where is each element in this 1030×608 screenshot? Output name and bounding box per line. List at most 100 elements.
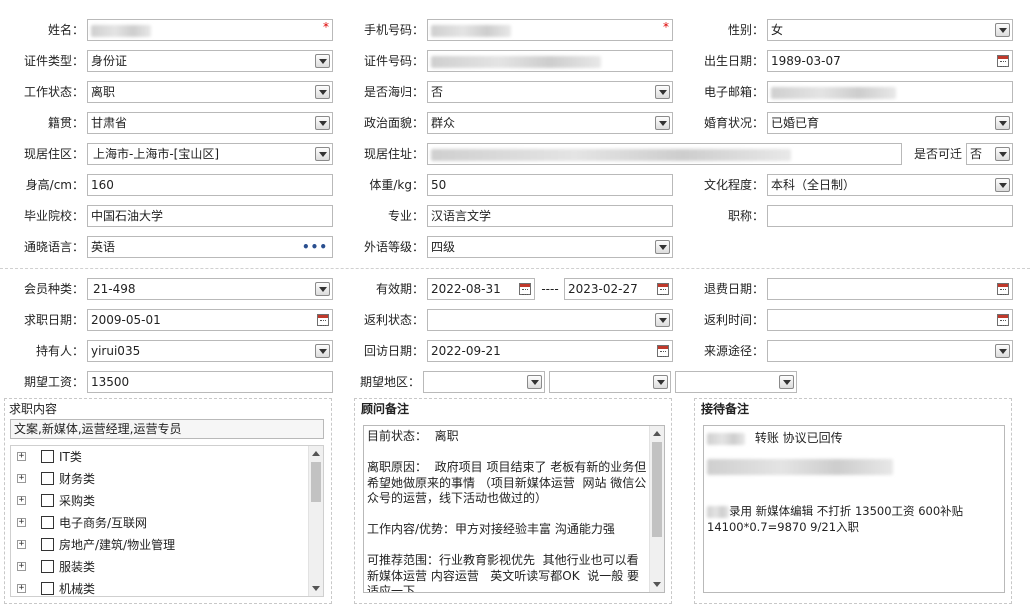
- work-status-select[interactable]: 离职: [87, 81, 333, 103]
- chevron-down-icon[interactable]: [653, 375, 668, 389]
- email-field[interactable]: [767, 81, 1013, 103]
- expand-icon[interactable]: +: [17, 452, 26, 461]
- checkbox[interactable]: [41, 450, 54, 463]
- chevron-down-icon[interactable]: [315, 344, 330, 358]
- school-field[interactable]: 中国石油大学: [87, 205, 333, 227]
- chevron-down-icon[interactable]: [315, 147, 330, 161]
- chevron-down-icon[interactable]: [655, 240, 670, 254]
- lang-level-value: 四级: [431, 240, 456, 254]
- language-label: 通晓语言：: [23, 240, 84, 254]
- gender-select[interactable]: 女: [767, 19, 1013, 41]
- overseas-select[interactable]: 否: [427, 81, 673, 103]
- advisor-scrollbar[interactable]: [649, 426, 664, 592]
- checkbox[interactable]: [41, 560, 54, 573]
- chevron-down-icon[interactable]: [655, 85, 670, 99]
- phone-field[interactable]: *: [427, 19, 673, 41]
- weight-field[interactable]: 50: [427, 174, 673, 196]
- calendar-icon[interactable]: [657, 345, 669, 357]
- rebate-time-field[interactable]: [767, 309, 1013, 331]
- valid-to-field[interactable]: 2023-02-27: [564, 278, 673, 300]
- scroll-thumb[interactable]: [311, 462, 321, 502]
- expand-icon[interactable]: +: [17, 562, 26, 571]
- chevron-down-icon[interactable]: [779, 375, 794, 389]
- political-select[interactable]: 群众: [427, 112, 673, 134]
- scroll-up-icon[interactable]: [312, 451, 320, 456]
- lang-level-select[interactable]: 四级: [427, 236, 673, 258]
- address-field[interactable]: [427, 143, 902, 165]
- checkbox[interactable]: [41, 516, 54, 529]
- row-residence: 现居住区： 上海市-上海市-[宝山区] 现居住址： 是否可迁 否: [0, 143, 1030, 165]
- chevron-down-icon[interactable]: [995, 116, 1010, 130]
- rebate-status-select[interactable]: [427, 309, 673, 331]
- major-value: 汉语言文学: [431, 209, 492, 223]
- birth-date-field[interactable]: 1989-03-07: [767, 50, 1013, 72]
- reception-notes-textarea[interactable]: 转账 协议已回传 录用 新媒体编辑 不打折 13500工资 600补贴 1410…: [703, 425, 1005, 593]
- chevron-down-icon[interactable]: [995, 147, 1010, 161]
- chevron-down-icon[interactable]: [527, 375, 542, 389]
- chevron-down-icon[interactable]: [995, 178, 1010, 192]
- scroll-up-icon[interactable]: [653, 431, 661, 436]
- scroll-down-icon[interactable]: [653, 582, 661, 587]
- apply-date-field[interactable]: 2009-05-01: [87, 309, 333, 331]
- chevron-down-icon[interactable]: [315, 116, 330, 130]
- native-select[interactable]: 甘肃省: [87, 112, 333, 134]
- expand-icon[interactable]: +: [17, 584, 26, 593]
- valid-from-field[interactable]: 2022-08-31: [427, 278, 535, 300]
- checkbox[interactable]: [41, 538, 54, 551]
- calendar-icon[interactable]: [519, 283, 531, 295]
- calendar-icon[interactable]: [997, 55, 1009, 67]
- major-field[interactable]: 汉语言文学: [427, 205, 673, 227]
- scroll-thumb[interactable]: [652, 442, 662, 537]
- more-icon[interactable]: •••: [302, 239, 328, 255]
- id-type-select[interactable]: 身份证: [87, 50, 333, 72]
- expand-icon[interactable]: +: [17, 474, 26, 483]
- chevron-down-icon[interactable]: [655, 116, 670, 130]
- marital-select[interactable]: 已婚已育: [767, 112, 1013, 134]
- relocate-select[interactable]: 否: [966, 143, 1013, 165]
- region-district-select[interactable]: [675, 371, 797, 393]
- checkbox[interactable]: [41, 472, 54, 485]
- checkbox[interactable]: [41, 494, 54, 507]
- refund-date-field[interactable]: [767, 278, 1013, 300]
- advisor-notes-textarea[interactable]: 目前状态： 离职 离职原因： 政府项目 项目结束了 老板有新的业务但希望她做原来…: [363, 425, 665, 593]
- expand-icon[interactable]: +: [17, 518, 26, 527]
- scroll-down-icon[interactable]: [312, 586, 320, 591]
- language-field[interactable]: 英语 •••: [87, 236, 333, 258]
- checkbox[interactable]: [41, 582, 54, 595]
- expand-icon[interactable]: +: [17, 540, 26, 549]
- job-summary-field[interactable]: 文案,新媒体,运营经理,运营专员: [10, 419, 324, 439]
- marital-label: 婚育状况：: [703, 116, 764, 130]
- holder-select[interactable]: yirui035: [87, 340, 333, 362]
- id-type-value: 身份证: [91, 54, 128, 68]
- calendar-icon[interactable]: [657, 283, 669, 295]
- region-city-select[interactable]: [549, 371, 671, 393]
- visit-date-field[interactable]: 2022-09-21: [427, 340, 673, 362]
- education-select[interactable]: 本科（全日制）: [767, 174, 1013, 196]
- region-province-select[interactable]: [423, 371, 545, 393]
- title-field[interactable]: [767, 205, 1013, 227]
- id-no-field[interactable]: [427, 50, 673, 72]
- height-field[interactable]: 160: [87, 174, 333, 196]
- tree-scrollbar[interactable]: [308, 446, 323, 596]
- chevron-down-icon[interactable]: [995, 344, 1010, 358]
- salary-field[interactable]: 13500: [87, 371, 333, 393]
- chevron-down-icon[interactable]: [315, 85, 330, 99]
- calendar-icon[interactable]: [317, 314, 329, 326]
- job-category-tree[interactable]: + IT类 + 财务类 + 采购类 + 电子商务/互联网 + 房地产/建筑/物业…: [10, 445, 324, 597]
- phone-label: 手机号码：: [363, 23, 424, 37]
- reception-line-3-text: 录用 新媒体编辑 不打折 13500工资 600补贴: [729, 504, 964, 518]
- source-select[interactable]: [767, 340, 1013, 362]
- residence-select[interactable]: 上海市-上海市-[宝山区]: [87, 143, 333, 165]
- calendar-icon[interactable]: [997, 283, 1009, 295]
- residence-label: 现居住区：: [23, 147, 84, 161]
- chevron-down-icon[interactable]: [315, 282, 330, 296]
- expand-icon[interactable]: +: [17, 496, 26, 505]
- member-select[interactable]: 21-498: [87, 278, 333, 300]
- note-line: [367, 538, 647, 554]
- chevron-down-icon[interactable]: [655, 313, 670, 327]
- chevron-down-icon[interactable]: [315, 54, 330, 68]
- note-line: [367, 445, 647, 461]
- calendar-icon[interactable]: [997, 314, 1009, 326]
- chevron-down-icon[interactable]: [995, 23, 1010, 37]
- name-field[interactable]: *: [87, 19, 333, 41]
